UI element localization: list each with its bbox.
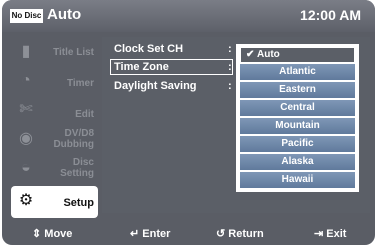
sidebar-item-edit[interactable]: ✄ Edit xyxy=(11,95,98,125)
edit-icon: ✄ xyxy=(19,101,33,118)
option-alaska[interactable]: Alaska xyxy=(240,154,355,170)
option-mountain[interactable]: Mountain xyxy=(240,118,355,134)
time-zone-label[interactable]: Time Zone xyxy=(114,61,169,73)
sidebar-item-label: Title List xyxy=(53,47,94,58)
disc-status-badge: No Disc xyxy=(10,9,43,23)
title-list-icon: ▮ xyxy=(21,43,31,60)
exit-hint: ⇥ Exit xyxy=(314,227,346,240)
exit-label: Exit xyxy=(326,228,347,240)
separator-colon: : xyxy=(228,43,232,55)
return-icon: ↺ xyxy=(216,228,226,240)
option-eastern[interactable]: Eastern xyxy=(240,82,355,98)
separator-colon: : xyxy=(228,61,232,73)
up-down-arrow-icon: ⇕ xyxy=(32,228,42,240)
sidebar-item-title-list[interactable]: ▮ Title List xyxy=(11,37,98,67)
sidebar-item-label: Disc Setting xyxy=(60,157,94,179)
return-hint: ↺ Return xyxy=(216,227,264,240)
separator-colon: : xyxy=(228,80,232,92)
option-label: Auto xyxy=(257,49,280,60)
exit-icon: ⇥ xyxy=(314,228,324,240)
option-auto[interactable]: ✔ Auto xyxy=(240,47,355,63)
sidebar-item-label: Setup xyxy=(63,197,94,209)
menu-frame: No Disc Auto 12:00 AM ▮ Title List ◔ Tim… xyxy=(2,0,375,245)
screen: No Disc Auto 12:00 AM ▮ Title List ◔ Tim… xyxy=(0,0,377,245)
footer-bar: ⇕ Move ↵ Enter ↺ Return ⇥ Exit xyxy=(2,222,375,245)
clock-display: 12:00 AM xyxy=(300,7,361,23)
sidebar-item-label: DV/D8 Dubbing xyxy=(53,128,94,150)
sidebar-item-disc-setting[interactable]: ◒ Disc Setting xyxy=(11,153,98,183)
sidebar-item-label: Edit xyxy=(75,109,94,120)
sidebar: ▮ Title List ◔ Timer ✄ Edit ◉ DV/D8 Dubb… xyxy=(11,37,98,218)
enter-hint: ↵ Enter xyxy=(130,227,170,240)
option-atlantic[interactable]: Atlantic xyxy=(240,64,355,80)
header-bar: No Disc Auto 12:00 AM xyxy=(2,0,375,32)
gear-icon: ⚙ xyxy=(18,192,34,209)
move-label: Move xyxy=(44,228,73,240)
move-hint: ⇕ Move xyxy=(32,227,72,240)
daylight-saving-label[interactable]: Daylight Saving xyxy=(114,80,197,92)
sidebar-item-setup[interactable]: ⚙ Setup xyxy=(11,186,98,218)
sidebar-item-label: Timer xyxy=(66,78,94,89)
disc-setting-icon: ◒ xyxy=(21,159,31,176)
option-pacific[interactable]: Pacific xyxy=(240,136,355,152)
return-label: Return xyxy=(228,228,264,240)
option-hawaii[interactable]: Hawaii xyxy=(240,172,355,188)
enter-icon: ↵ xyxy=(130,228,140,240)
enter-label: Enter xyxy=(142,228,171,240)
time-zone-dropdown[interactable]: ✔ Auto Atlantic Eastern Central Mountain… xyxy=(236,44,359,192)
sidebar-item-dubbing[interactable]: ◉ DV/D8 Dubbing xyxy=(11,124,98,154)
page-title: Auto xyxy=(47,6,82,23)
clock-set-ch-label[interactable]: Clock Set CH xyxy=(114,43,183,55)
dubbing-icon: ◉ xyxy=(19,130,33,147)
settings-panel: Clock Set CH : Time Zone : Daylight Savi… xyxy=(102,37,370,213)
option-central[interactable]: Central xyxy=(240,100,355,116)
checkmark-icon: ✔ xyxy=(246,49,255,60)
timer-icon: ◔ xyxy=(21,72,31,89)
sidebar-item-timer[interactable]: ◔ Timer xyxy=(11,66,98,96)
